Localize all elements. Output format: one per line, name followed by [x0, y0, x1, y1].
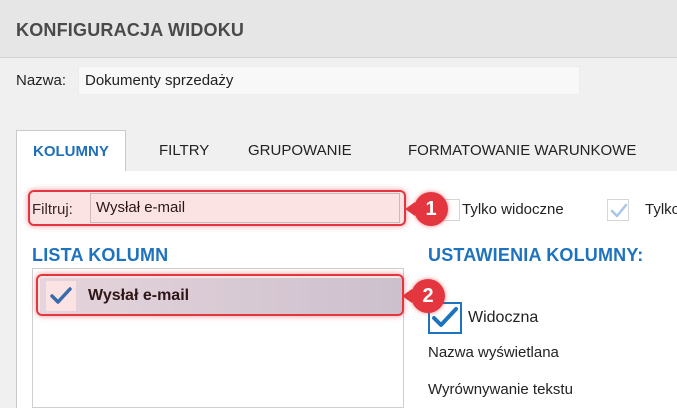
filter-highlight [28, 190, 406, 226]
text-align-label: Wyrównywanie tekstu [428, 381, 573, 398]
visible-label: Widoczna [468, 309, 539, 326]
name-label: Nazwa: [16, 72, 67, 89]
column-settings-heading: USTAWIENIA KOLUMNY: [428, 245, 644, 265]
second-option-checkbox[interactable] [607, 199, 629, 221]
tab-conditional-formatting[interactable]: FORMATOWANIE WARUNKOWE [392, 130, 652, 172]
tab-strip: KOLUMNY FILTRY GRUPOWANIE FORMATOWANIE W… [16, 130, 677, 173]
callout-badge-1: 1 [414, 192, 448, 226]
name-field[interactable]: Dokumenty sprzedaży [78, 66, 580, 95]
tab-grouping[interactable]: GRUPOWANIE [232, 130, 368, 172]
callout-badge-2: 2 [411, 279, 445, 313]
check-icon [610, 203, 628, 218]
tab-filters[interactable]: FILTRY [143, 130, 225, 172]
dialog-title-bar: KONFIGURACJA WIDOKU [0, 0, 677, 58]
columns-list-heading: LISTA KOLUMN [32, 245, 169, 265]
dialog-title: KONFIGURACJA WIDOKU [16, 20, 245, 40]
list-item-highlight [36, 274, 404, 316]
tab-columns[interactable]: KOLUMNY [16, 130, 126, 173]
second-option-label: Tylko [645, 201, 677, 218]
display-name-label: Nazwa wyświetlana [428, 344, 559, 361]
visible-only-label: Tylko widoczne [462, 201, 564, 218]
